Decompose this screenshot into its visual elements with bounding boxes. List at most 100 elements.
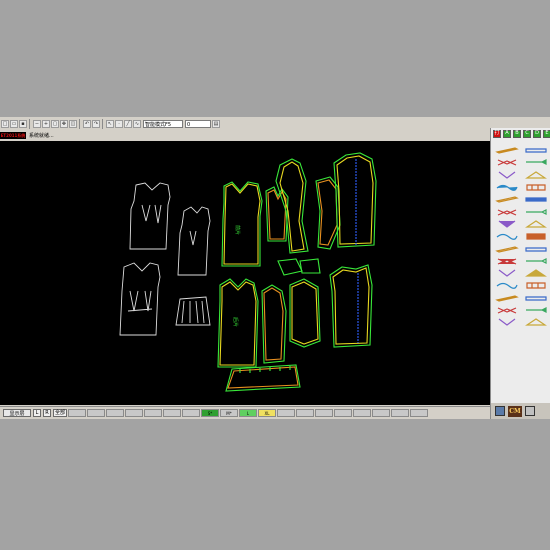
- size-cell[interactable]: [315, 408, 333, 417]
- tape-measure-tool-icon[interactable]: [522, 304, 549, 316]
- iron-tool-icon[interactable]: [493, 181, 520, 193]
- needle-tool-icon[interactable]: [522, 193, 549, 205]
- pencil-tool-icon[interactable]: [493, 144, 520, 156]
- sketch-pattern-group: [119, 182, 211, 336]
- size-cell[interactable]: [277, 408, 295, 417]
- toolbar-separator: [29, 119, 30, 129]
- grid-tool-icon[interactable]: [522, 316, 549, 328]
- value-input[interactable]: 0: [185, 120, 211, 128]
- sketch-back-darts: [189, 230, 197, 246]
- mode-select[interactable]: 智能模式F5: [143, 120, 183, 128]
- awl-tool-icon[interactable]: [522, 156, 549, 168]
- pattern-piece-small-2: [299, 258, 321, 274]
- size-cell[interactable]: M*: [220, 408, 238, 417]
- toolbar-separator: [79, 119, 80, 129]
- all-button[interactable]: 全部: [53, 408, 67, 417]
- status-text: 系统就绪...: [29, 133, 54, 139]
- undo-icon[interactable]: ↶: [83, 120, 91, 128]
- sketch-lower-bodice: [119, 262, 161, 336]
- pattern-piece-small-1: [277, 258, 303, 276]
- main-toolbar: □ ▭ ▪ − + ▢ ✥ ◫ ↶ ↷ ↖ · ╱ ∿ 智能模式F5 0 ▤: [0, 117, 490, 132]
- triangle-tool-icon[interactable]: [493, 316, 520, 328]
- chalk-tool-icon[interactable]: [522, 181, 549, 193]
- tab-b[interactable]: B: [513, 129, 521, 138]
- point-tool-icon[interactable]: ·: [115, 120, 123, 128]
- zoom-box-icon[interactable]: ▢: [51, 120, 59, 128]
- size-cell[interactable]: [144, 408, 162, 417]
- apply-icon[interactable]: ▤: [212, 120, 220, 128]
- info-bar: ET2011系统 系统就绪...: [0, 131, 490, 140]
- text-tool-icon[interactable]: [522, 279, 549, 291]
- zoom-out-icon[interactable]: −: [33, 120, 41, 128]
- tab-c[interactable]: C: [523, 129, 531, 138]
- size-cell[interactable]: [106, 408, 124, 417]
- scissors-tool-icon[interactable]: [493, 156, 520, 168]
- pin-tool-icon[interactable]: [493, 169, 520, 181]
- size-cell[interactable]: S*: [201, 408, 219, 417]
- ruler-tool-icon[interactable]: [522, 144, 549, 156]
- fit-view-icon[interactable]: ◫: [69, 120, 77, 128]
- pleat-tool-icon[interactable]: [522, 255, 549, 267]
- pattern-piece-front-right-inner: [336, 155, 374, 245]
- size-cell[interactable]: [87, 408, 105, 417]
- size-cell[interactable]: [296, 408, 314, 417]
- tape-tool-icon[interactable]: [493, 193, 520, 205]
- tab-d[interactable]: D: [533, 129, 541, 138]
- pointer-icon[interactable]: ↖: [106, 120, 114, 128]
- sketch-lower-darts: [127, 290, 153, 312]
- marker-tool-icon[interactable]: [522, 292, 549, 304]
- new-file-icon[interactable]: □: [1, 120, 9, 128]
- size-cell[interactable]: [372, 408, 390, 417]
- grade-tool-icon[interactable]: [493, 242, 520, 254]
- size-cell[interactable]: [410, 408, 428, 417]
- tab-a[interactable]: A: [503, 129, 511, 138]
- pattern-piece-waistband-inner: [227, 366, 299, 389]
- notch-tool-icon[interactable]: [493, 205, 520, 217]
- open-file-icon[interactable]: ▭: [10, 120, 18, 128]
- panel-bottom: CM: [491, 403, 550, 419]
- size-cell[interactable]: XL: [258, 408, 276, 417]
- tab-e[interactable]: E: [543, 129, 550, 138]
- rotate-tool-icon[interactable]: [522, 218, 549, 230]
- tab-draw[interactable]: 打: [493, 129, 501, 138]
- size-cell[interactable]: [182, 408, 200, 417]
- size-cell[interactable]: [334, 408, 352, 417]
- compass-tool-icon[interactable]: [522, 169, 549, 181]
- right-button[interactable]: R: [43, 408, 51, 417]
- mirror-tool-icon[interactable]: [493, 230, 520, 242]
- size-cell[interactable]: [163, 408, 181, 417]
- zoom-in-icon[interactable]: +: [42, 120, 50, 128]
- seam-tool-icon[interactable]: [493, 267, 520, 279]
- screenshot-frame: { "toolbar": { "mode_select_value": "智能模…: [0, 0, 550, 550]
- brand-label: ET2011系统: [0, 132, 26, 139]
- button-tool-icon[interactable]: [493, 292, 520, 304]
- cad-application-window: □ ▭ ▪ − + ▢ ✥ ◫ ↶ ↷ ↖ · ╱ ∿ 智能模式F5 0 ▤ E…: [0, 117, 550, 419]
- measure-tool-icon[interactable]: [522, 242, 549, 254]
- hanger-tool-icon[interactable]: [493, 304, 520, 316]
- pattern-piece-mid-back-inner: [291, 281, 319, 345]
- size-cell[interactable]: [125, 408, 143, 417]
- size-cell[interactable]: [391, 408, 409, 417]
- pattern-piece-front: [221, 181, 263, 267]
- panel-tabs: 打 A B C D E: [491, 128, 550, 139]
- dart-tool-icon[interactable]: [493, 255, 520, 267]
- size-cell[interactable]: [68, 408, 86, 417]
- thread-tool-icon[interactable]: [493, 279, 520, 291]
- size-cell[interactable]: [353, 408, 371, 417]
- left-button[interactable]: L: [33, 408, 41, 417]
- line-tool-icon[interactable]: ╱: [124, 120, 132, 128]
- hole-tool-icon[interactable]: [522, 205, 549, 217]
- window-icon[interactable]: [525, 406, 535, 416]
- pan-icon[interactable]: ✥: [60, 120, 68, 128]
- fold-tool-icon[interactable]: [522, 230, 549, 242]
- size-cell[interactable]: L: [239, 408, 257, 417]
- pattern-pieces: 前片 后片: [217, 152, 377, 392]
- label-tool-icon[interactable]: [522, 267, 549, 279]
- settings-icon[interactable]: [495, 406, 505, 416]
- drawing-canvas[interactable]: 前片 后片: [0, 141, 490, 405]
- display-layer-button[interactable]: 显示层: [3, 408, 31, 417]
- arrow-tool-icon[interactable]: [493, 218, 520, 230]
- curve-tool-icon[interactable]: ∿: [133, 120, 141, 128]
- save-icon[interactable]: ▪: [19, 120, 27, 128]
- redo-icon[interactable]: ↷: [92, 120, 100, 128]
